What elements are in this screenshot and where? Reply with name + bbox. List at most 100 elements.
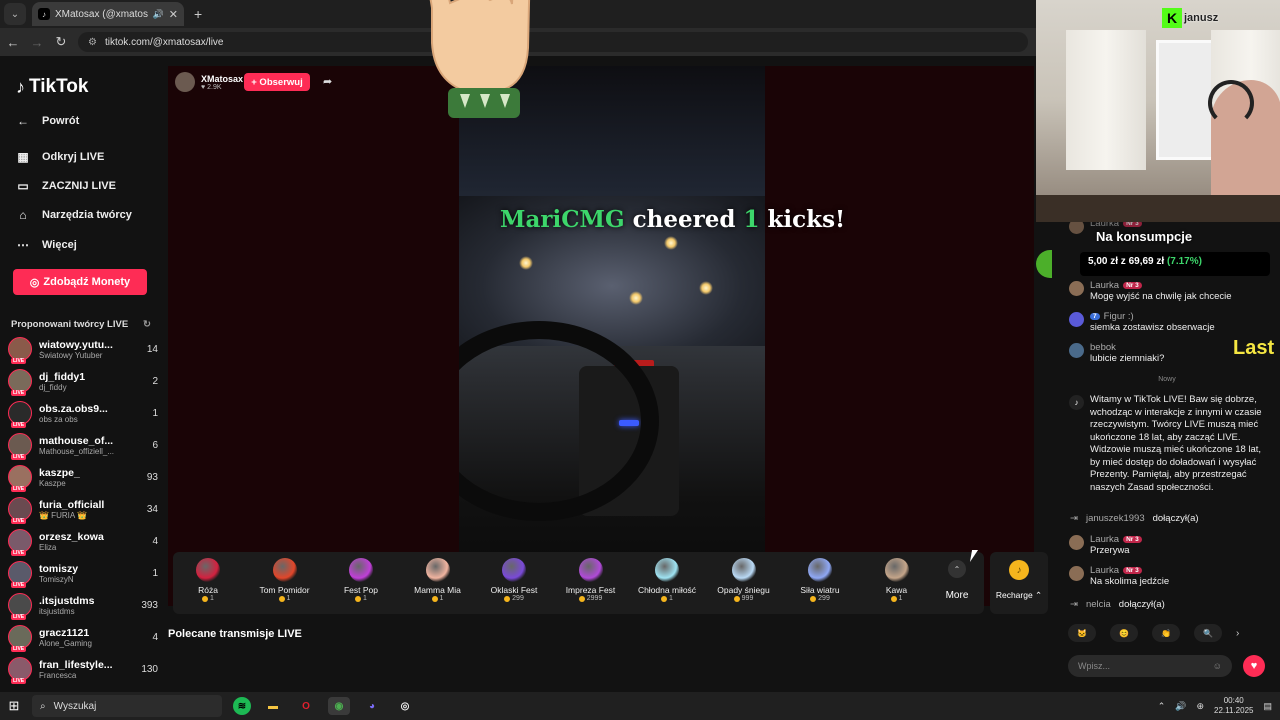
- sidebar-creator-item[interactable]: LIVE gracz1121 Alone_Gaming 4: [8, 622, 158, 652]
- avatar[interactable]: [1069, 281, 1084, 296]
- emoji-picker-icon[interactable]: ☺: [1213, 661, 1222, 671]
- gift-icon: [884, 558, 909, 582]
- chat-input[interactable]: Wpisz... ☺: [1068, 655, 1232, 677]
- gift-item[interactable]: Kawa 1: [862, 558, 932, 602]
- gift-price-value: 1: [210, 595, 214, 602]
- notifications-icon[interactable]: ▤: [1263, 701, 1272, 712]
- chevron-up-icon[interactable]: ⌃: [1158, 701, 1166, 712]
- sidebar-creator-item[interactable]: LIVE mathouse_of... Mathouse_offiziell_...…: [8, 430, 158, 460]
- discord-icon[interactable]: ◕: [361, 697, 383, 715]
- gift-item[interactable]: Róża 1: [173, 558, 243, 602]
- taskbar-search[interactable]: ⌕ Wyszukaj: [32, 695, 222, 717]
- chat-username[interactable]: Laurka: [1090, 280, 1119, 291]
- viewer-count: 393: [141, 599, 158, 611]
- sidebar-item-start-live[interactable]: ▭ ZACZNIJ LIVE: [16, 179, 116, 193]
- tab-close-icon[interactable]: ✕: [169, 8, 178, 21]
- gift-item[interactable]: Chłodna miłość 1: [632, 558, 702, 602]
- network-icon[interactable]: ⊕: [1196, 701, 1204, 712]
- host-name[interactable]: XMatosax: [201, 74, 243, 84]
- taskbar: ⊞ ⌕ Wyszukaj ≋ ▬ O ◉ ◕ ◎ ⌃ 🔊 ⊕ 00:40 22.…: [0, 692, 1280, 720]
- avatar[interactable]: [1069, 566, 1084, 581]
- site-info-icon[interactable]: ⚙: [88, 37, 97, 48]
- gift-item[interactable]: Oklaski Fest 299: [479, 558, 549, 602]
- windows-start-icon[interactable]: ⊞: [0, 698, 28, 714]
- back-arrow-icon[interactable]: ←: [2, 35, 24, 50]
- back-link[interactable]: ← Powrót: [16, 114, 79, 128]
- chevron-right-icon[interactable]: ›: [1236, 628, 1239, 639]
- sidebar-creator-item[interactable]: LIVE obs.za.obs9... obs za obs 1: [8, 398, 158, 428]
- search-emoji-icon[interactable]: 🔍: [1194, 624, 1222, 642]
- avatar[interactable]: [1069, 535, 1084, 550]
- sidebar: ♪ TikTok ← Powrót ▦ Odkryj LIVE ▭ ZACZNI…: [0, 56, 166, 692]
- volume-icon[interactable]: 🔊: [1175, 701, 1186, 712]
- sidebar-creator-item[interactable]: LIVE .itsjustdms itsjustdms 393: [8, 590, 158, 620]
- smile-emoji-icon[interactable]: 😊: [1110, 624, 1138, 642]
- gift-item[interactable]: Tom Pomidor 1: [250, 558, 320, 602]
- house-icon: ⌂: [19, 208, 27, 222]
- sidebar-creator-item[interactable]: LIVE furia_officiall 👑 FURIA 👑 34: [8, 494, 158, 524]
- refresh-icon[interactable]: ↻: [143, 319, 151, 330]
- gift-name: Oklaski Fest: [490, 585, 538, 595]
- clock[interactable]: 00:40 22.11.2025: [1214, 696, 1253, 716]
- avatar[interactable]: [1069, 343, 1084, 358]
- sidebar-item-label: ZACZNIJ LIVE: [42, 180, 116, 192]
- new-tab-button[interactable]: +: [194, 6, 202, 22]
- live-video[interactable]: [459, 66, 765, 606]
- sidebar-creator-item[interactable]: LIVE fran_lifestyle... Francesca 130: [8, 654, 158, 684]
- tiktok-coin-icon: ♪: [1009, 560, 1029, 580]
- chat-username[interactable]: nelcia: [1086, 599, 1111, 610]
- gift-item[interactable]: Opady śniegu 999: [709, 558, 779, 602]
- creator-subtitle: dj_fiddy: [39, 382, 67, 392]
- like-heart-button[interactable]: ♥: [1243, 655, 1265, 677]
- gift-price: 999: [709, 595, 779, 602]
- sidebar-creator-item[interactable]: LIVE tomiszy TomiszyN 1: [8, 558, 158, 588]
- sidebar-item-more[interactable]: ⋯ Więcej: [16, 238, 77, 252]
- sidebar-item-creator-tools[interactable]: ⌂ Narzędzia twórcy: [16, 208, 132, 222]
- avatar[interactable]: [1069, 312, 1084, 327]
- spotify-icon[interactable]: ≋: [233, 697, 251, 715]
- speaker-icon[interactable]: 🔊: [153, 9, 164, 20]
- sidebar-item-discover-live[interactable]: ▦ Odkryj LIVE: [16, 150, 104, 164]
- get-coins-button[interactable]: ◎ Zdobądź Monety: [13, 269, 147, 295]
- video-icon: ▭: [17, 179, 29, 193]
- live-stage[interactable]: [168, 66, 1034, 606]
- browser-tab[interactable]: ♪ XMatosax (@xmatosax) pro 🔊 ✕: [32, 2, 184, 26]
- cat-emoji-icon[interactable]: 🐱: [1068, 624, 1096, 642]
- curtain: [1066, 30, 1146, 170]
- chat-input-placeholder: Wpisz...: [1078, 661, 1111, 671]
- gift-item[interactable]: Siła wiatru 299: [785, 558, 855, 602]
- coin-icon: ◎: [29, 276, 40, 289]
- tab-search-dropdown[interactable]: ⌄: [4, 3, 26, 25]
- clap-emoji-icon[interactable]: 👏: [1152, 624, 1180, 642]
- chat-username[interactable]: Laurka: [1090, 565, 1119, 576]
- gift-item[interactable]: Fest Pop 1: [326, 558, 396, 602]
- gift-item[interactable]: Mamma Mia 1: [403, 558, 473, 602]
- obs-icon[interactable]: ◎: [394, 697, 416, 715]
- more-gifts-button[interactable]: ⌃ More: [941, 558, 973, 601]
- share-icon[interactable]: ➦: [323, 75, 332, 88]
- chat-username[interactable]: januszek1993: [1086, 513, 1145, 524]
- sidebar-creator-item[interactable]: LIVE wiatowy.yutu... Światowy Yutuber 14: [8, 334, 158, 364]
- chat-username[interactable]: Laurka: [1090, 534, 1119, 545]
- chat-username[interactable]: Figur :): [1104, 311, 1134, 322]
- chrome-icon[interactable]: ◉: [328, 697, 350, 715]
- tiktok-logo[interactable]: ♪ TikTok: [16, 76, 88, 98]
- avatar[interactable]: [175, 72, 195, 92]
- host-info[interactable]: XMatosax ♥ 2.9K: [175, 72, 243, 92]
- creator-subtitle: Eliza: [39, 542, 57, 552]
- sidebar-creator-item[interactable]: LIVE orzesz_kowa Eliza 4: [8, 526, 158, 556]
- sidebar-creator-item[interactable]: LIVE kaszpe_ Kaszpe 93: [8, 462, 158, 492]
- gift-price: 1: [632, 595, 702, 602]
- chat-username[interactable]: bebok: [1090, 342, 1116, 353]
- follow-button[interactable]: + Obserwuj: [244, 73, 310, 91]
- url-field[interactable]: ⚙ tiktok.com/@xmatosax/live: [78, 32, 1028, 52]
- recharge-button[interactable]: ♪ Recharge ⌃: [990, 552, 1048, 614]
- file-explorer-icon[interactable]: ▬: [262, 697, 284, 715]
- overlay-last-text: Last: [1233, 337, 1275, 359]
- system-message: ♪ Witamy w TikTok LIVE! Baw się dobrze, …: [1069, 394, 1269, 494]
- gift-item[interactable]: Impreza Fest 2999: [556, 558, 626, 602]
- reload-icon[interactable]: ↻: [50, 34, 72, 50]
- sidebar-creator-item[interactable]: LIVE dj_fiddy1 dj_fiddy 2: [8, 366, 158, 396]
- forward-arrow-icon[interactable]: →: [26, 35, 48, 50]
- opera-icon[interactable]: O: [295, 697, 317, 715]
